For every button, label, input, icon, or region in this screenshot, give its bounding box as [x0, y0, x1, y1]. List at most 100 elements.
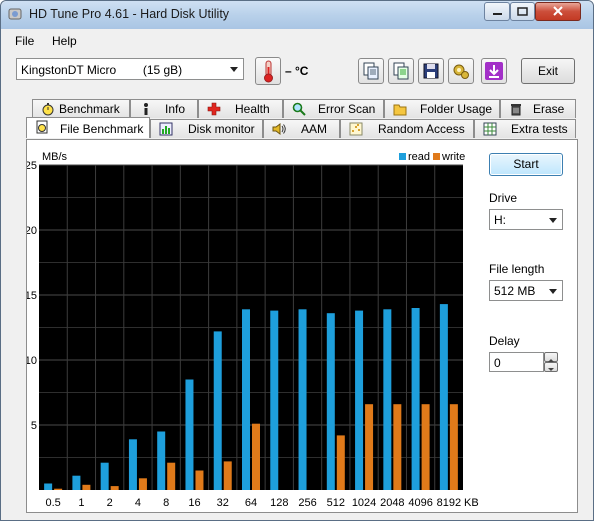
tab-file-benchmark[interactable]: File Benchmark	[26, 117, 150, 138]
x-tick-label: 8192	[437, 497, 461, 509]
bar-read-32	[213, 331, 222, 490]
bar-read-2048	[383, 309, 392, 490]
x-tick-label: 512	[327, 497, 345, 509]
thermometer-icon	[264, 60, 273, 83]
scatter-dots-icon	[349, 122, 363, 136]
chevron-down-icon	[548, 368, 554, 371]
tab-folder-usage[interactable]: Folder Usage	[384, 99, 500, 118]
file-benchmark-panel: 5 10 15 20 25 0.5 1 2 4 8 16 32 64 128 256 512 1024 2048…	[26, 139, 578, 513]
trash-icon	[511, 104, 521, 116]
bar-write-8192	[449, 404, 458, 490]
drive-select-value: KingstonDT Micro (15 gB)	[21, 63, 183, 77]
exit-button[interactable]: Exit	[521, 58, 575, 84]
drive-letter-value: H:	[494, 213, 506, 227]
bar-read-128	[270, 310, 279, 490]
tab-health[interactable]: Health	[198, 99, 283, 118]
tab-error-scan[interactable]: Error Scan	[283, 99, 384, 118]
bar-write-0.5	[54, 488, 63, 490]
x-tick-label: 32	[217, 497, 229, 509]
health-cross-icon	[207, 102, 221, 116]
y-tick-label: 15	[27, 290, 37, 302]
app-window: HD Tune Pro 4.61 - Hard Disk Utility Fil…	[0, 0, 594, 521]
minimize-button[interactable]	[484, 2, 510, 21]
temperature-button[interactable]	[255, 57, 281, 85]
toolbar: KingstonDT Micro (15 gB) – °C Exit	[1, 52, 593, 92]
legend-read-label: read	[408, 151, 430, 163]
bar-write-512	[336, 435, 345, 490]
bar-read-0.5	[44, 483, 53, 490]
app-icon	[8, 8, 22, 20]
file-length-select[interactable]: 512 MB	[489, 280, 563, 301]
maximize-button[interactable]	[510, 2, 535, 21]
bar-read-64	[242, 309, 250, 490]
bar-chart-icon	[159, 122, 173, 136]
close-button[interactable]	[535, 2, 581, 21]
benchmark-chart: 5 10 15 20 25 0.5 1 2 4 8 16 32 64 128 256 512 1024 2048…	[27, 151, 479, 509]
chevron-down-icon	[230, 67, 238, 72]
drive-label: Drive	[489, 191, 518, 205]
grid-sheet-icon	[483, 122, 497, 136]
delay-input[interactable]: 0	[489, 352, 544, 372]
stopwatch-icon	[42, 103, 54, 116]
options-button[interactable]	[448, 58, 474, 84]
download-arrow-icon	[485, 62, 503, 80]
file-stopwatch-icon	[36, 120, 48, 134]
save-button[interactable]	[418, 58, 444, 84]
y-tick-label: 25	[27, 160, 37, 172]
drive-letter-select[interactable]: H:	[489, 209, 563, 230]
delay-label: Delay	[489, 334, 520, 348]
bar-read-8	[157, 431, 166, 490]
title-bar[interactable]: HD Tune Pro 4.61 - Hard Disk Utility	[1, 1, 593, 29]
folder-icon	[393, 104, 407, 116]
bar-read-4	[128, 439, 137, 490]
temperature-readout: – °C	[285, 64, 309, 78]
copy-button[interactable]	[358, 58, 384, 84]
maximize-icon	[517, 7, 528, 16]
copy-all-button[interactable]	[388, 58, 414, 84]
copy-all-icon	[393, 62, 409, 80]
x-axis-unit: KB	[464, 497, 479, 509]
delay-decrement[interactable]	[544, 362, 558, 372]
file-length-label: File length	[489, 262, 545, 276]
tab-erase[interactable]: Erase	[500, 99, 576, 118]
copy-icon	[363, 62, 379, 80]
legend-read-swatch	[399, 153, 406, 160]
bar-read-4096	[411, 308, 420, 490]
bar-read-2	[100, 462, 109, 490]
y-axis-label: MB/s	[42, 151, 68, 163]
x-tick-label: 256	[298, 497, 316, 509]
x-tick-label: 128	[270, 497, 288, 509]
x-tick-label: 64	[245, 497, 257, 509]
tab-disk-monitor[interactable]: Disk monitor	[150, 119, 263, 138]
chevron-down-icon	[549, 218, 557, 223]
drive-select[interactable]: KingstonDT Micro (15 gB)	[16, 58, 244, 80]
minimize-icon	[493, 13, 502, 15]
x-tick-label: 1	[78, 497, 84, 509]
bar-read-512	[326, 313, 335, 490]
delay-increment[interactable]	[544, 352, 558, 362]
tab-info[interactable]: Info	[130, 99, 198, 118]
tab-aam[interactable]: AAM	[263, 119, 340, 138]
x-tick-label: 4	[135, 497, 141, 509]
x-tick-label: 8	[163, 497, 169, 509]
menu-bar: File Help	[1, 30, 593, 52]
tab-random-access[interactable]: Random Access	[340, 119, 474, 138]
menu-file[interactable]: File	[15, 34, 34, 48]
x-tick-label: 4096	[408, 497, 432, 509]
bar-read-1	[72, 475, 81, 490]
delay-value: 0	[494, 356, 501, 370]
x-tick-label: 1024	[352, 497, 376, 509]
start-button[interactable]: Start	[489, 153, 563, 176]
bar-write-16	[195, 470, 204, 490]
menu-help[interactable]: Help	[52, 34, 77, 48]
x-tick-label: 16	[188, 497, 200, 509]
tab-benchmark[interactable]: Benchmark	[32, 99, 130, 118]
bar-write-64	[252, 423, 260, 490]
close-icon	[553, 6, 563, 16]
tab-extra-tests[interactable]: Extra tests	[474, 119, 576, 138]
bar-read-1024	[355, 310, 364, 490]
bar-write-2	[110, 486, 119, 490]
screenshot-button[interactable]	[481, 58, 507, 84]
bar-write-4	[138, 478, 147, 490]
x-ticks: 0.5 1 2 4 8 16 32 64 128 256 512 1024 2048 4096 8192	[45, 497, 461, 509]
